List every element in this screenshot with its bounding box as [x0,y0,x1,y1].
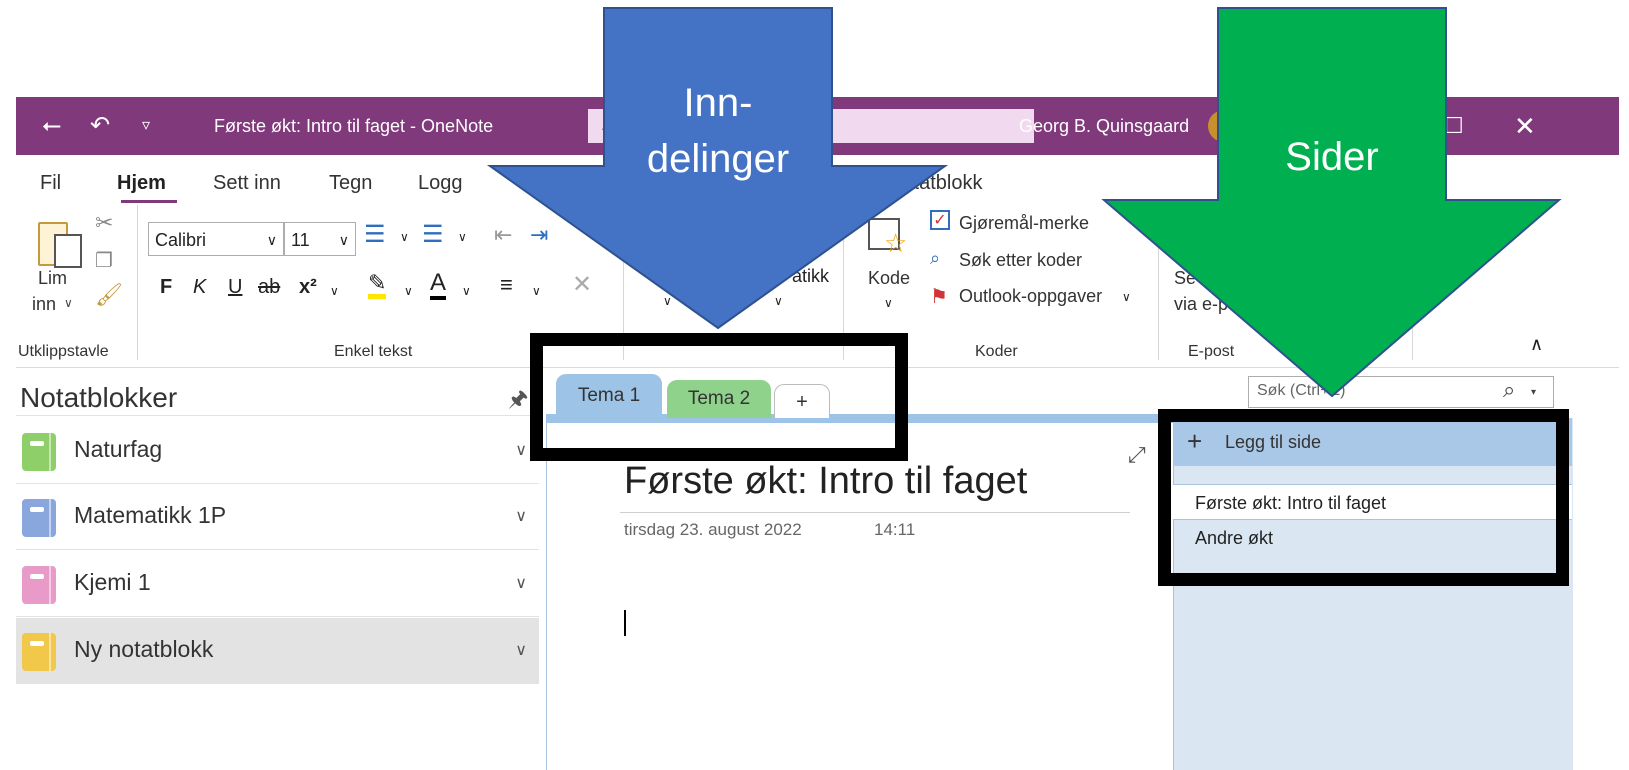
sections-arrow-label-2: delinger [646,137,790,181]
sections-arrow-label-1: Inn- [683,81,753,125]
pages-arrow-label: Sider [1285,135,1379,179]
green-down-arrow [1101,7,1562,398]
